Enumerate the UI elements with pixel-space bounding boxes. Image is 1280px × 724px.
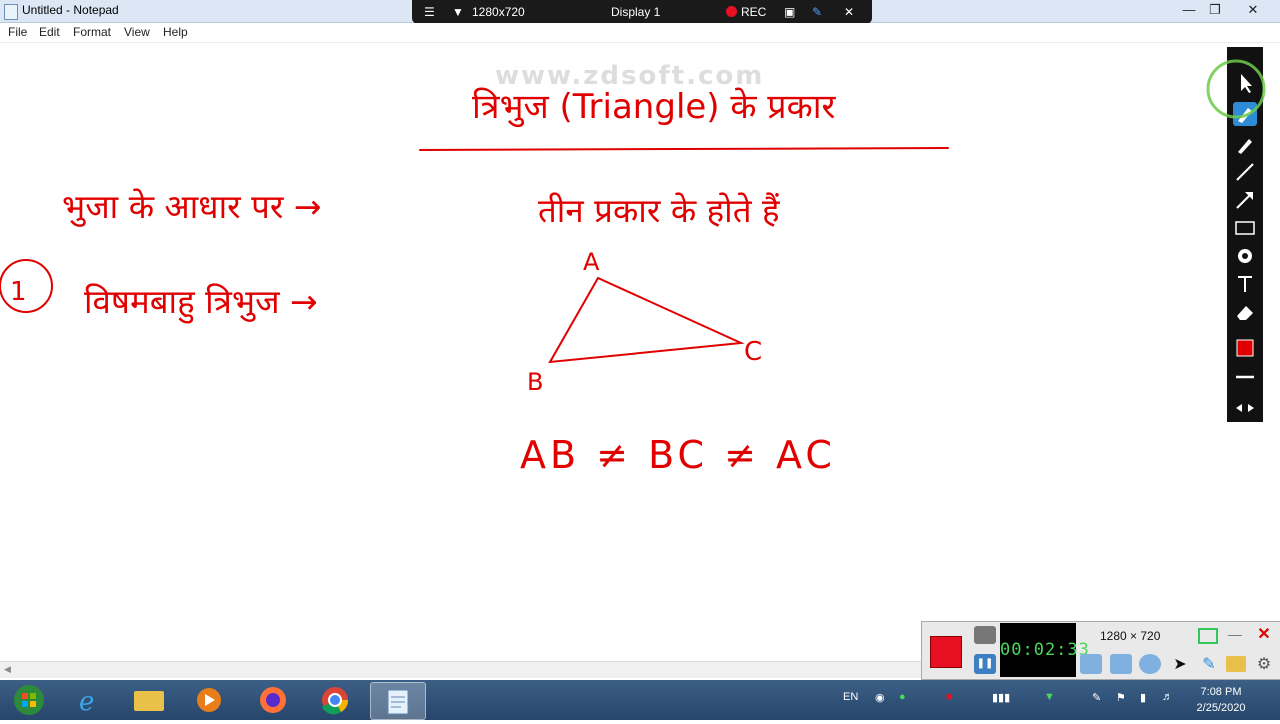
notepad-taskbar-icon[interactable]: [370, 682, 426, 720]
taskbar: e EN ◉ ● ■ ▮▮▮ ▼ ✎ ⚑ ▮ ♬ 7:08 PM 2/25/20…: [0, 680, 1280, 720]
text-icon[interactable]: [1233, 272, 1257, 296]
drawing-heading: त्रिभुज (Triangle) के प्रकार: [472, 87, 837, 128]
mouse-cursor-icon[interactable]: ➤: [1169, 654, 1191, 674]
shield-icon[interactable]: ▼: [1044, 691, 1055, 703]
settings-gear-icon[interactable]: ⚙: [1254, 654, 1274, 674]
drawing-line1-left: भुजा के आधार पर →: [62, 187, 322, 227]
scroll-left-icon[interactable]: ◀: [4, 664, 11, 675]
start-orb[interactable]: [2, 682, 56, 718]
chrome-icon[interactable]: [308, 682, 362, 718]
draw-pen-icon[interactable]: ✎: [1198, 654, 1220, 674]
color-swatch[interactable]: [1233, 336, 1257, 360]
clock-date: 2/25/2020: [1196, 702, 1246, 714]
folder-icon[interactable]: [1226, 656, 1246, 672]
svg-text:e: e: [79, 687, 94, 717]
line-icon[interactable]: [1233, 160, 1257, 184]
internet-explorer-icon[interactable]: e: [62, 682, 116, 718]
tray-record-icon[interactable]: ◉: [875, 691, 885, 704]
clock-time: 7:08 PM: [1200, 686, 1242, 698]
recording-timer: 00:02:33: [1000, 623, 1089, 677]
triangle-shape: [548, 276, 745, 364]
flag-icon[interactable]: ⚑: [1116, 691, 1126, 704]
arrow-icon[interactable]: [1233, 188, 1257, 212]
eraser-icon[interactable]: [1233, 300, 1257, 324]
network-signal-icon[interactable]: ▮▮▮: [992, 691, 1010, 704]
vertex-a-label: A: [583, 248, 600, 276]
panel-close-icon[interactable]: ✕: [1254, 624, 1274, 644]
line-width-icon[interactable]: [1233, 365, 1257, 389]
drawing-line1-right: तीन प्रकार के होते हैं: [538, 191, 780, 230]
annotation-layer: त्रिभुज (Triangle) के प्रकार भुजा के आधा…: [0, 87, 949, 477]
language-indicator[interactable]: EN: [843, 691, 858, 703]
tray-tool-icon[interactable]: ✎: [1092, 691, 1101, 704]
vertex-b-label: B: [527, 368, 543, 396]
volume-icon[interactable]: ♬: [1162, 691, 1173, 703]
speaker-icon[interactable]: [1080, 654, 1102, 674]
microphone-icon[interactable]: [1110, 654, 1132, 674]
relation-text: AB ≠ BC ≠ AC: [520, 433, 836, 477]
recorder-panel: ❚❚ 00:02:33 1280 × 720 — ✕ ➤ ✎ ⚙: [921, 621, 1280, 680]
file-explorer-icon[interactable]: [122, 682, 176, 718]
panel-minimize-icon[interactable]: —: [1226, 626, 1244, 642]
vertex-c-label: C: [744, 337, 762, 367]
webcam-toggle-icon[interactable]: [1139, 654, 1161, 674]
recorder-panel-resolution: 1280 × 720: [1100, 629, 1161, 643]
tray-app-icon[interactable]: ■: [946, 691, 953, 703]
pen-icon[interactable]: [1233, 132, 1257, 156]
taskbar-clock[interactable]: 7:08 PM 2/25/2020: [1183, 684, 1259, 716]
cursor-highlight: [1206, 59, 1266, 119]
stop-button[interactable]: [930, 636, 962, 668]
media-player-icon[interactable]: [182, 682, 236, 718]
drawing-item-label: विषमबाहु त्रिभुज →: [84, 282, 318, 324]
screenshot-icon[interactable]: [974, 626, 996, 644]
stamp-icon[interactable]: [1233, 244, 1257, 268]
drawing-item-number: 1: [10, 277, 27, 307]
tray-circle-icon[interactable]: ●: [899, 691, 906, 703]
heading-underline: [419, 147, 949, 151]
pause-button[interactable]: ❚❚: [974, 654, 996, 674]
expand-icon[interactable]: [1233, 396, 1257, 420]
firefox-icon[interactable]: [246, 682, 300, 718]
rectangle-icon[interactable]: [1233, 216, 1257, 240]
webcam-icon[interactable]: [1198, 628, 1218, 644]
battery-icon[interactable]: ▮: [1140, 691, 1146, 704]
